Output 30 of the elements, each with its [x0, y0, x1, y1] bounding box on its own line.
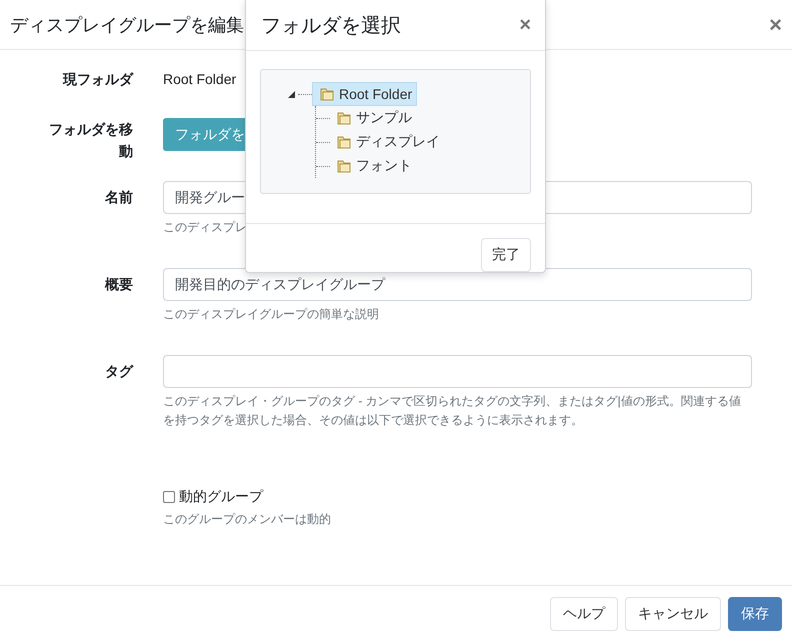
folder-icon: [336, 134, 352, 150]
checkbox-label: 動的グループ: [179, 488, 263, 506]
dialog-title: フォルダを選択: [261, 14, 401, 38]
input-field[interactable]: [163, 355, 752, 388]
field-label: タグ: [104, 362, 133, 381]
tree-item[interactable]: ディスプレイ: [330, 130, 444, 154]
tree-item[interactable]: フォント: [330, 154, 416, 178]
tree-item[interactable]: サンプル: [330, 106, 416, 130]
close-button[interactable]: ×: [769, 14, 782, 36]
done-button[interactable]: 完了: [481, 238, 531, 272]
field-label: フォルダを移動: [48, 120, 133, 161]
tree-item[interactable]: Root Folder: [312, 82, 418, 106]
checkbox[interactable]: [163, 491, 175, 503]
help-text: このディスプレイ・グループのタグ - カンマで区切られたタグの文字列、またはタグ|値の形式。関連する値を持つタグを選択した場合、その値は以下で選択できるように表示されます。: [163, 393, 742, 429]
close-button[interactable]: ×: [519, 14, 531, 36]
field-value: Root Folder: [163, 71, 236, 87]
folder-icon: [336, 158, 352, 174]
field-label: 現フォルダ: [62, 70, 133, 89]
dialog-title: ディスプレイグループを編集: [10, 14, 244, 36]
save-button[interactable]: 保存: [728, 597, 782, 631]
footer-button[interactable]: ヘルプ: [550, 597, 618, 631]
help-text: このグループのメンバーは動的: [163, 511, 332, 528]
field-label: 名前: [104, 188, 133, 207]
help-text: このディスプレイグループの簡単な説明: [163, 306, 380, 323]
folder-icon: [336, 110, 352, 126]
help-text: このディスプレ: [163, 219, 248, 236]
input-field[interactable]: 開発目的のディスプレイグループ: [163, 268, 752, 301]
folder-icon: [319, 86, 335, 102]
field-label: 概要: [104, 275, 133, 294]
footer-button[interactable]: キャンセル: [625, 597, 721, 631]
